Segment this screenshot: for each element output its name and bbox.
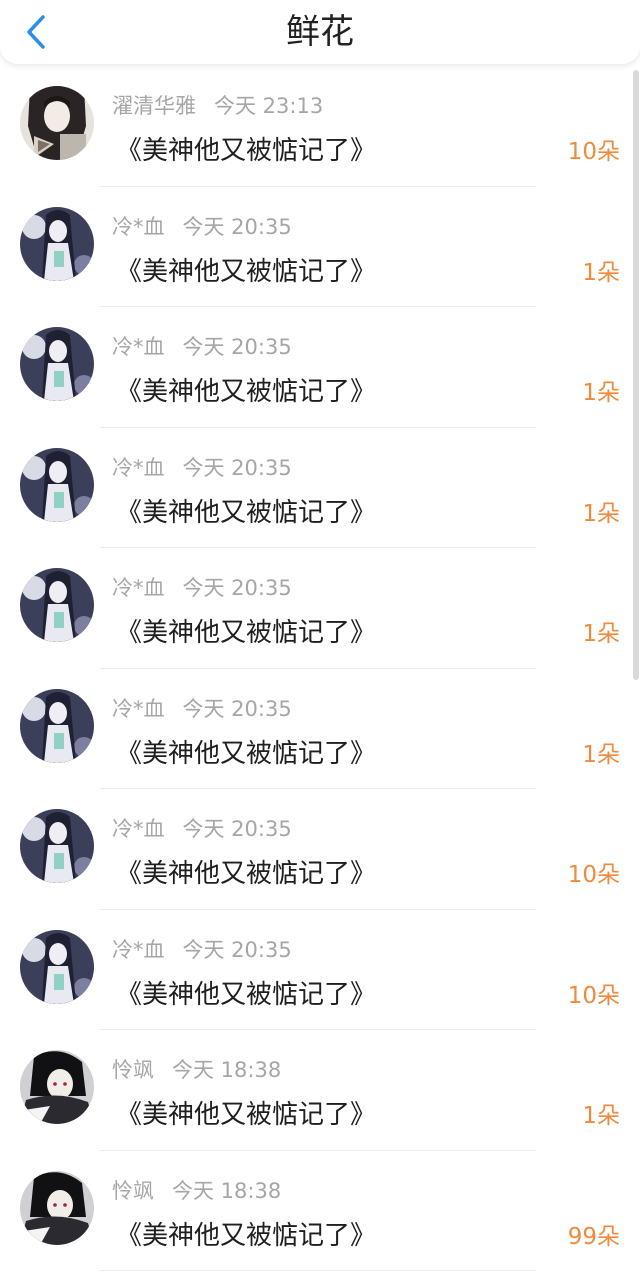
avatar-image — [20, 809, 94, 883]
flower-count: 10朵 — [567, 139, 620, 165]
scrollbar-thumb[interactable] — [633, 70, 639, 680]
list-item[interactable]: 濯清华雅 今天 23:13 《美神他又被惦记了》 10朵 — [0, 66, 632, 187]
user-name[interactable]: 冷*血 — [112, 693, 165, 723]
avatar-image — [20, 688, 94, 763]
book-title[interactable]: 《美神他又被惦记了》 — [116, 371, 376, 408]
item-meta: 冷*血 今天 20:35 — [112, 211, 292, 241]
item-meta: 怜飒 今天 18:38 — [112, 1175, 281, 1205]
list-item[interactable]: 冷*血 今天 20:35 《美神他又被惦记了》 10朵 — [0, 789, 632, 910]
item-meta: 冷*血 今天 20:35 — [112, 331, 292, 361]
user-name[interactable]: 濯清华雅 — [112, 90, 196, 120]
flower-count: 10朵 — [567, 862, 620, 888]
timestamp: 今天 20:35 — [182, 455, 292, 480]
avatar-image — [20, 929, 94, 1004]
user-name[interactable]: 冷*血 — [112, 813, 165, 843]
timestamp: 今天 20:35 — [182, 576, 292, 600]
flower-count: 99朵 — [567, 1223, 620, 1250]
avatar[interactable] — [20, 86, 94, 160]
timestamp: 今天 20:35 — [182, 335, 292, 359]
timestamp: 今天 18:38 — [172, 1058, 282, 1082]
book-title[interactable]: 《美神他又被惦记了》 — [116, 1094, 376, 1131]
item-meta: 冷*血 今天 20:35 — [112, 693, 292, 723]
flower-count: 1朵 — [582, 259, 620, 286]
user-name[interactable]: 冷*血 — [112, 572, 165, 602]
book-title[interactable]: 《美神他又被惦记了》 — [116, 853, 376, 890]
book-title[interactable]: 《美神他又被惦记了》 — [116, 492, 376, 529]
user-name[interactable]: 怜飒 — [112, 1054, 154, 1084]
list-item[interactable]: 冷*血 今天 20:35 《美神他又被惦记了》 10朵 — [0, 910, 632, 1030]
user-name[interactable]: 冷*血 — [112, 452, 165, 482]
book-title[interactable]: 《美神他又被惦记了》 — [116, 733, 376, 770]
user-name[interactable]: 冷*血 — [112, 211, 165, 241]
avatar[interactable] — [20, 688, 94, 763]
avatar[interactable] — [20, 1170, 94, 1245]
item-meta: 冷*血 今天 20:35 — [112, 813, 292, 843]
item-meta: 冷*血 今天 20:35 — [112, 572, 292, 602]
timestamp: 今天 20:35 — [182, 696, 292, 721]
avatar-image — [20, 1050, 94, 1124]
flowers-page: 鲜花 濯清华雅 今天 23:13 《美神他又被惦记了》 10朵 冷*血 今天 2… — [0, 0, 640, 1278]
user-name[interactable]: 怜飒 — [112, 1175, 154, 1205]
avatar-image — [20, 327, 94, 401]
avatar-image — [20, 1170, 94, 1245]
item-meta: 冷*血 今天 20:35 — [112, 934, 292, 964]
flower-count: 1朵 — [582, 621, 620, 647]
list-item[interactable]: 冷*血 今天 20:35 《美神他又被惦记了》 1朵 — [0, 548, 632, 669]
timestamp: 今天 20:35 — [182, 214, 292, 239]
flower-count: 1朵 — [582, 380, 620, 406]
flower-count: 1朵 — [582, 500, 620, 527]
list-item[interactable]: 冷*血 今天 20:35 《美神他又被惦记了》 1朵 — [0, 428, 632, 548]
avatar[interactable] — [20, 809, 94, 883]
item-meta: 怜飒 今天 18:38 — [112, 1054, 281, 1084]
book-title[interactable]: 《美神他又被惦记了》 — [116, 130, 376, 167]
avatar-image — [20, 86, 94, 160]
avatar-image — [20, 568, 94, 642]
divider — [100, 1270, 536, 1271]
flower-list: 濯清华雅 今天 23:13 《美神他又被惦记了》 10朵 冷*血 今天 20:3… — [0, 66, 632, 1271]
avatar[interactable] — [20, 327, 94, 401]
user-name[interactable]: 冷*血 — [112, 331, 165, 361]
item-meta: 濯清华雅 今天 23:13 — [112, 90, 323, 120]
book-title[interactable]: 《美神他又被惦记了》 — [116, 612, 376, 649]
avatar-image — [20, 447, 94, 522]
list-item[interactable]: 怜飒 今天 18:38 《美神他又被惦记了》 99朵 — [0, 1151, 632, 1271]
nav-bar: 鲜花 — [0, 0, 640, 64]
flower-count: 1朵 — [582, 1103, 620, 1129]
book-title[interactable]: 《美神他又被惦记了》 — [116, 251, 376, 288]
user-name[interactable]: 冷*血 — [112, 934, 165, 964]
list-item[interactable]: 冷*血 今天 20:35 《美神他又被惦记了》 1朵 — [0, 187, 632, 307]
avatar[interactable] — [20, 568, 94, 642]
avatar[interactable] — [20, 206, 94, 281]
list-item[interactable]: 冷*血 今天 20:35 《美神他又被惦记了》 1朵 — [0, 307, 632, 428]
list-item[interactable]: 怜飒 今天 18:38 《美神他又被惦记了》 1朵 — [0, 1030, 632, 1151]
avatar[interactable] — [20, 929, 94, 1004]
list-item[interactable]: 冷*血 今天 20:35 《美神他又被惦记了》 1朵 — [0, 669, 632, 789]
item-meta: 冷*血 今天 20:35 — [112, 452, 292, 482]
timestamp: 今天 18:38 — [172, 1178, 282, 1203]
timestamp: 今天 23:13 — [214, 94, 324, 118]
book-title[interactable]: 《美神他又被惦记了》 — [116, 1215, 376, 1252]
avatar-image — [20, 206, 94, 281]
timestamp: 今天 20:35 — [182, 937, 292, 962]
flower-count: 1朵 — [582, 741, 620, 768]
avatar[interactable] — [20, 447, 94, 522]
avatar[interactable] — [20, 1050, 94, 1124]
book-title[interactable]: 《美神他又被惦记了》 — [116, 974, 376, 1011]
flower-count: 10朵 — [567, 982, 620, 1009]
page-title: 鲜花 — [286, 12, 354, 52]
timestamp: 今天 20:35 — [182, 817, 292, 841]
